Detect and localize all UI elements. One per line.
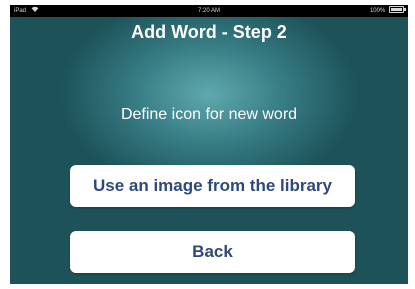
status-time: 7:20 AM <box>197 8 220 14</box>
app-screen: iPad 7:20 AM 100% Add Word - Step 2 Defi… <box>10 5 408 284</box>
status-bar: iPad 7:20 AM 100% <box>10 5 408 17</box>
prompt-text: Define icon for new word <box>120 106 298 123</box>
page-title: Add Word - Step 2 <box>131 22 287 42</box>
use-library-image-button[interactable]: Use an image from the library <box>70 165 355 207</box>
battery-percentage: 100% <box>369 8 386 14</box>
battery-icon <box>389 6 406 13</box>
status-right: 100% <box>369 5 406 17</box>
back-button[interactable]: Back <box>70 231 355 273</box>
